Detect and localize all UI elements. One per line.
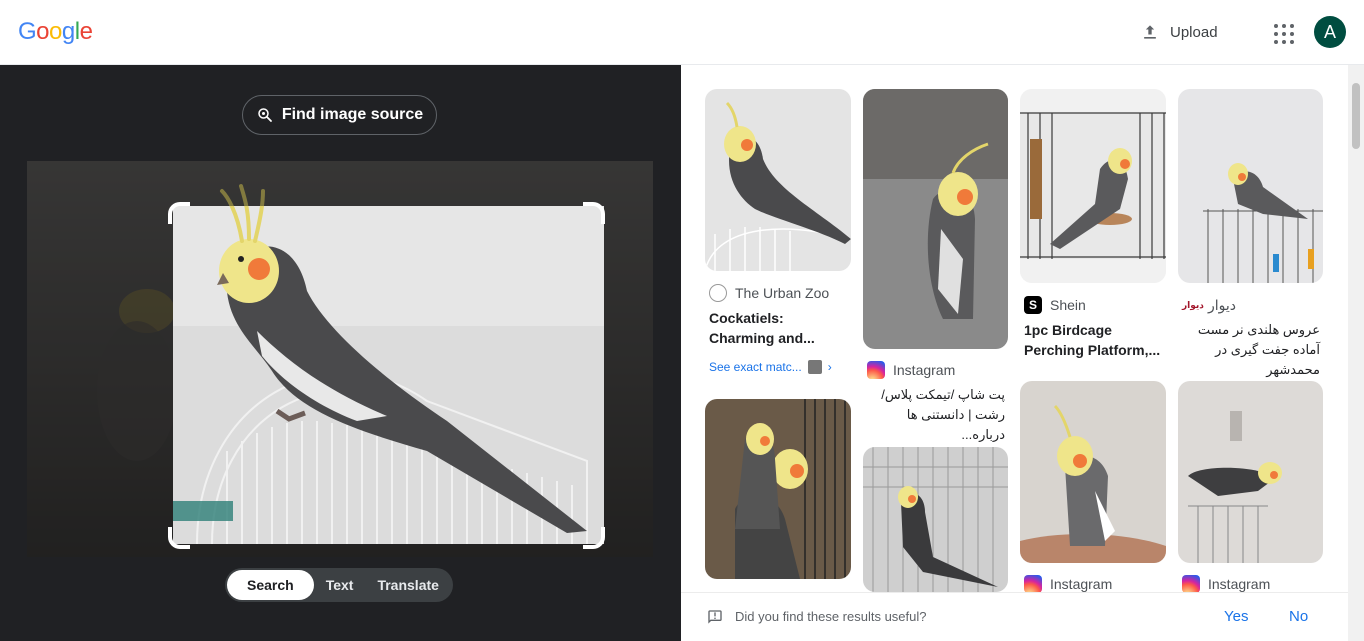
google-logo[interactable]: Google xyxy=(18,18,93,46)
logo-letter: e xyxy=(79,18,93,45)
query-image xyxy=(27,161,653,557)
find-image-source-button[interactable]: Find image source xyxy=(242,95,437,135)
logo-letter: o xyxy=(49,18,62,45)
feedback-bar: Did you find these results useful? Yes N… xyxy=(681,592,1348,641)
result-thumbnail[interactable] xyxy=(863,447,1008,592)
exact-match-thumbnail xyxy=(807,360,822,374)
find-image-source-label: Find image source xyxy=(281,106,424,123)
result-thumbnail[interactable] xyxy=(863,89,1008,349)
result-source[interactable]: S Shein xyxy=(1024,296,1086,314)
top-bar: Google Upload A xyxy=(0,0,1364,65)
feedback-question: Did you find these results useful? xyxy=(735,609,927,624)
instagram-icon xyxy=(867,361,885,379)
scrollbar-thumb[interactable] xyxy=(1352,83,1360,149)
upload-icon xyxy=(1144,25,1156,39)
account-avatar[interactable]: A xyxy=(1314,16,1346,48)
results-panel: The Urban Zoo Cockatiels: Charming and..… xyxy=(681,65,1364,641)
feedback-icon xyxy=(708,610,722,624)
result-source[interactable]: دیوار دیوار xyxy=(1182,296,1236,314)
apps-grid-icon[interactable] xyxy=(1268,18,1296,46)
result-thumbnail[interactable] xyxy=(1178,89,1323,283)
query-image-panel: Find image source Search Text Translate xyxy=(0,65,681,641)
lens-search-icon xyxy=(258,108,272,122)
source-name: دیوار xyxy=(1208,296,1237,313)
instagram-icon xyxy=(1182,575,1200,593)
mode-tabs: Search Text Translate xyxy=(225,568,453,602)
upload-button[interactable]: Upload xyxy=(1140,17,1218,47)
result-thumbnail[interactable] xyxy=(1020,89,1166,283)
result-thumbnail[interactable] xyxy=(1178,381,1323,563)
result-thumbnail[interactable] xyxy=(705,89,851,271)
result-thumbnail[interactable] xyxy=(1020,381,1166,563)
result-title[interactable]: 1pc Birdcage Perching Platform,... xyxy=(1024,320,1166,360)
shein-icon: S xyxy=(1024,296,1042,314)
result-source[interactable]: Instagram xyxy=(867,361,955,379)
instagram-icon xyxy=(1024,575,1042,593)
cockatiel-photo xyxy=(27,161,653,557)
source-name: Instagram xyxy=(893,362,956,378)
crop-handle-bottom-left[interactable] xyxy=(168,527,190,549)
logo-letter: G xyxy=(18,18,37,45)
logo-letter: o xyxy=(36,18,50,45)
feedback-yes-button[interactable]: Yes xyxy=(1224,608,1248,625)
result-title[interactable]: Cockatiels: Charming and... xyxy=(709,308,851,348)
exact-match-label: See exact matc... xyxy=(709,360,802,374)
upload-label: Upload xyxy=(1170,23,1218,41)
source-name: The Urban Zoo xyxy=(735,285,830,301)
source-name: Instagram xyxy=(1050,576,1113,592)
source-name: Instagram xyxy=(1208,576,1271,592)
chevron-right-icon: › xyxy=(827,360,832,374)
result-thumbnail[interactable] xyxy=(705,399,851,579)
logo-letter: g xyxy=(61,18,75,45)
tab-translate[interactable]: Translate xyxy=(365,570,450,600)
result-title[interactable]: پت شاپ /تیمکت پلاس/ رشت | دانستنی ها درب… xyxy=(867,385,1005,445)
tab-search[interactable]: Search xyxy=(227,570,314,600)
result-source[interactable]: Instagram xyxy=(1182,575,1270,593)
see-exact-matches-link[interactable]: See exact matc... › xyxy=(709,360,832,374)
crop-handle-top-right[interactable] xyxy=(583,202,605,224)
source-name: Shein xyxy=(1050,297,1086,313)
divar-icon: دیوار xyxy=(1182,296,1204,314)
urban-zoo-icon xyxy=(709,284,727,302)
result-source[interactable]: The Urban Zoo xyxy=(709,284,829,302)
result-source[interactable]: Instagram xyxy=(1024,575,1112,593)
result-title[interactable]: عروس هلندی نر مست آماده جفت گیری در محمد… xyxy=(1182,320,1320,380)
crop-handle-top-left[interactable] xyxy=(168,202,190,224)
tab-text[interactable]: Text xyxy=(314,570,366,600)
scrollbar[interactable] xyxy=(1348,65,1364,641)
feedback-no-button[interactable]: No xyxy=(1289,608,1308,625)
